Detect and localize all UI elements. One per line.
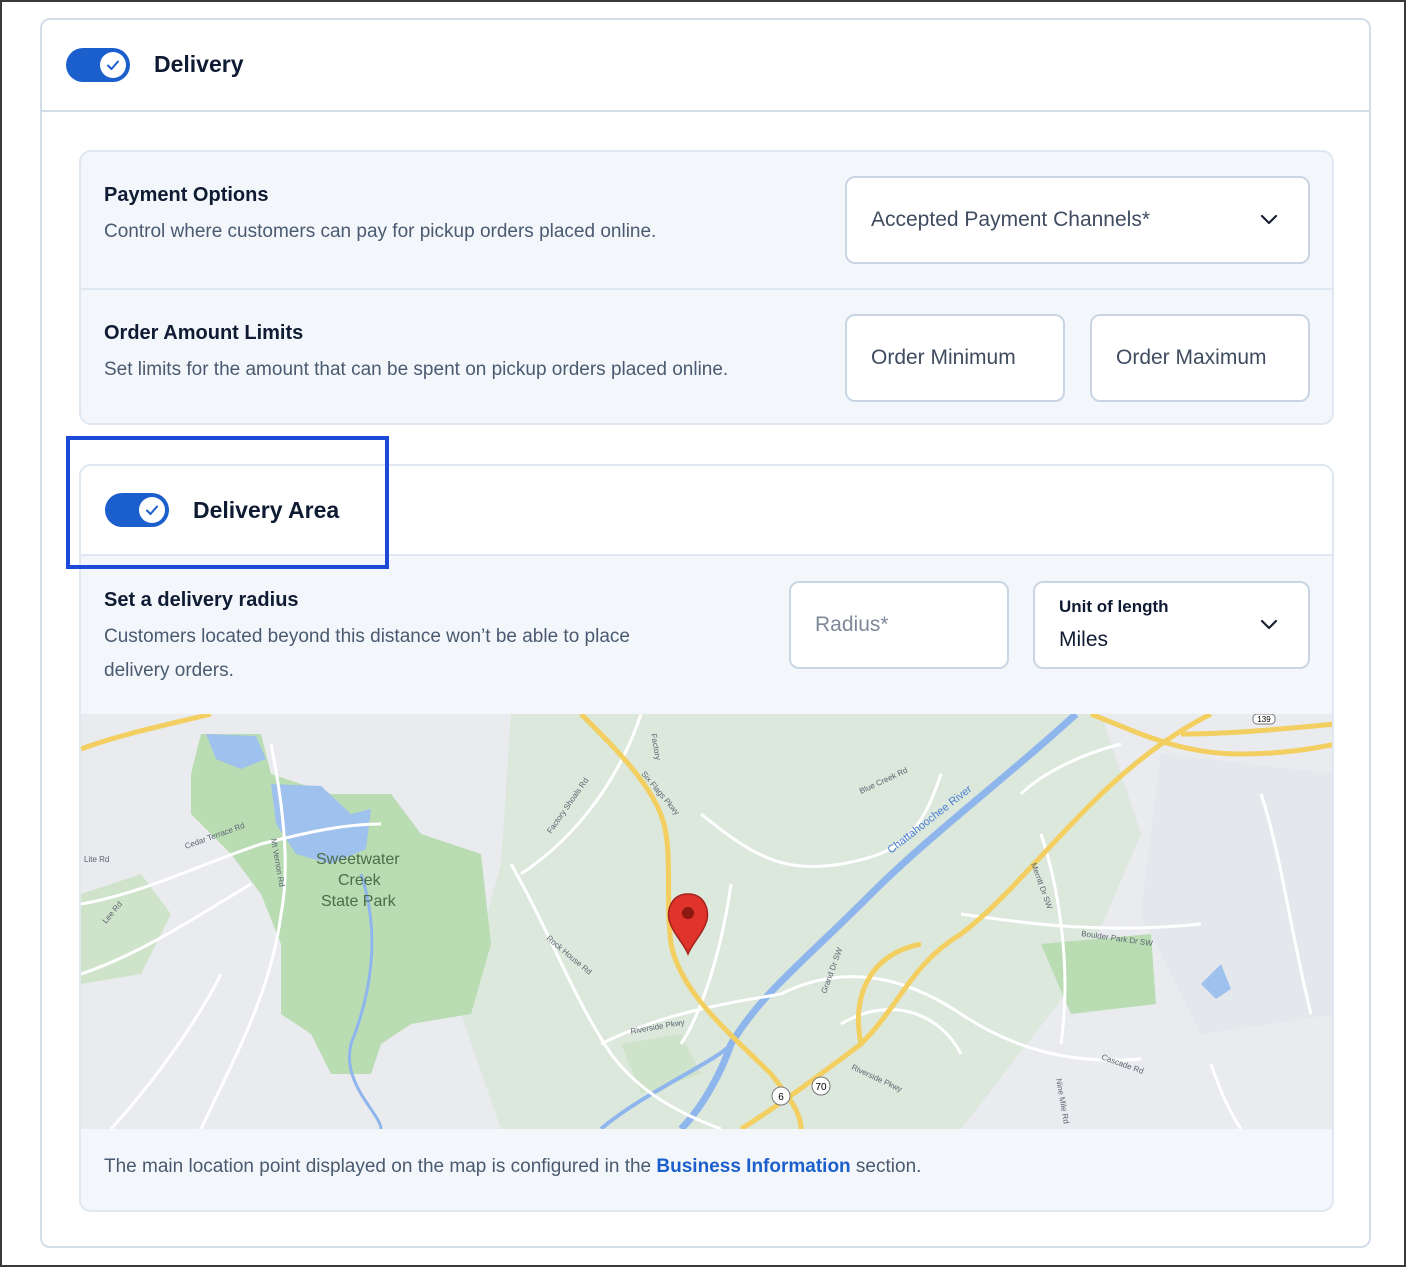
park-label-line2: Creek — [338, 872, 382, 889]
payment-channels-select[interactable]: Accepted Payment Channels* — [845, 176, 1310, 264]
radius-description-line2: delivery orders. — [104, 660, 234, 681]
order-maximum-placeholder: Order Maximum — [1116, 346, 1267, 369]
route-shield-70: 70 — [815, 1082, 827, 1093]
options-card: Payment Options Control where customers … — [79, 150, 1334, 425]
road-label: Lite Rd — [84, 855, 109, 864]
check-icon — [100, 52, 126, 78]
radius-input[interactable]: Radius* — [789, 581, 1009, 669]
order-minimum-input[interactable]: Order Minimum — [845, 314, 1065, 402]
section-divider — [81, 288, 1332, 290]
chevron-down-icon — [1260, 613, 1278, 637]
route-shield-6: 6 — [778, 1092, 784, 1103]
delivery-map[interactable]: Sweetwater Creek State Park Chattahooche… — [81, 714, 1332, 1129]
unit-of-length-value: Miles — [1059, 628, 1109, 651]
unit-of-length-label: Unit of length — [1059, 597, 1169, 616]
radius-placeholder: Radius* — [815, 613, 889, 636]
park-label-line1: Sweetwater — [316, 851, 400, 868]
radius-title: Set a delivery radius — [104, 589, 299, 611]
business-information-link[interactable]: Business Information — [656, 1156, 850, 1177]
delivery-area-highlight — [66, 436, 389, 569]
order-maximum-input[interactable]: Order Maximum — [1090, 314, 1310, 402]
payment-channels-placeholder: Accepted Payment Channels* — [871, 208, 1150, 231]
order-minimum-placeholder: Order Minimum — [871, 346, 1016, 369]
payment-options-title: Payment Options — [104, 184, 269, 206]
delivery-toggle[interactable] — [66, 48, 130, 82]
route-shield-139: 139 — [1257, 715, 1271, 724]
delivery-title: Delivery — [154, 51, 244, 77]
park-label-line3: State Park — [321, 893, 397, 910]
payment-options-description: Control where customers can pay for pick… — [104, 221, 657, 242]
delivery-header: Delivery — [42, 20, 1369, 112]
map-footer-note: The main location point displayed on the… — [104, 1156, 921, 1178]
order-limits-description: Set limits for the amount that can be sp… — [104, 359, 729, 380]
footer-text-before: The main location point displayed on the… — [104, 1156, 657, 1177]
page-frame: Delivery Payment Options Control where c… — [0, 0, 1406, 1267]
radius-description-line1: Customers located beyond this distance w… — [104, 626, 630, 647]
delivery-card: Delivery Payment Options Control where c… — [40, 18, 1371, 1248]
unit-of-length-select[interactable]: Unit of length Miles — [1033, 581, 1310, 669]
order-limits-title: Order Amount Limits — [104, 322, 304, 344]
footer-text-after: section. — [850, 1156, 922, 1177]
chevron-down-icon — [1260, 208, 1278, 232]
delivery-area-card: Delivery Area Set a delivery radius Cust… — [79, 464, 1334, 1212]
map-graphic: Sweetwater Creek State Park Chattahooche… — [81, 714, 1332, 1129]
